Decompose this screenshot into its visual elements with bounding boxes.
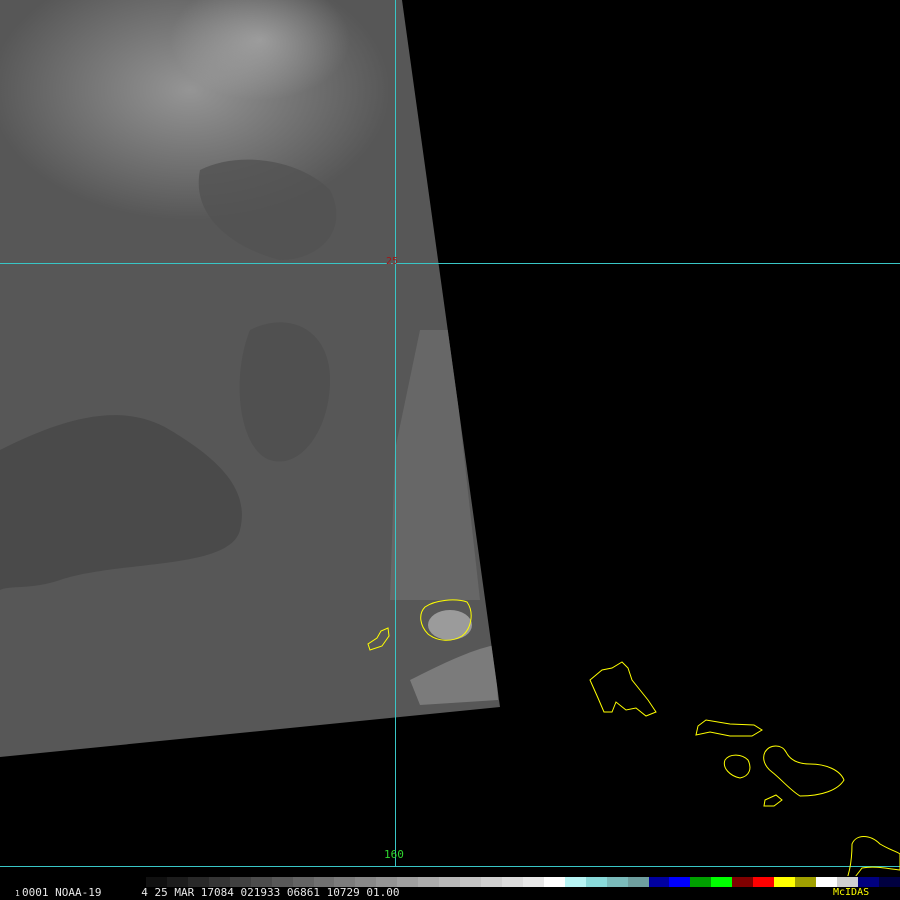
color-bar-swatch (439, 877, 461, 887)
image-info-text: 0001 NOAA-19 4 25 MAR 17084 021933 06861… (22, 886, 400, 899)
color-bar-swatch (774, 877, 796, 887)
color-bar-swatch (711, 877, 733, 887)
island-kahoolawe (763, 794, 783, 807)
island-maui (763, 745, 845, 797)
satellite-swath (0, 0, 500, 757)
satellite-image-viewport[interactable]: 25 160 1 0001 NOAA-19 4 25 MAR 17084 021… (0, 0, 900, 900)
color-bar-swatch (836, 877, 858, 887)
color-bar-swatch (522, 877, 544, 887)
satellite-image (0, 0, 900, 891)
frame-number: 1 (15, 889, 20, 898)
software-label: McIDAS (833, 887, 870, 898)
color-bar-swatch (857, 877, 879, 887)
color-bar-swatch (648, 877, 670, 887)
color-bar-swatch (732, 877, 754, 887)
color-bar-swatch (418, 877, 440, 887)
island-molokai (695, 719, 763, 737)
color-bar-swatch (606, 877, 628, 887)
color-bar-swatch (501, 877, 523, 887)
color-bar-swatch (816, 877, 837, 887)
color-bar-swatch (585, 877, 607, 887)
color-bar-swatch (878, 877, 900, 887)
color-bar-swatch (481, 877, 502, 887)
latitude-label: 25 (386, 256, 399, 267)
color-bar-swatch (627, 877, 649, 887)
color-bar-swatch (753, 877, 775, 887)
color-bar-swatch (543, 877, 565, 887)
longitude-label: 160 (384, 848, 404, 861)
color-bar-swatch (795, 877, 816, 887)
island-oahu (589, 661, 657, 717)
color-bar-swatch (460, 877, 481, 887)
island-lanai (723, 754, 751, 779)
color-bar-swatch (669, 877, 691, 887)
color-bar-swatch (690, 877, 712, 887)
color-bar-swatch (397, 877, 419, 887)
color-bar-swatch (564, 877, 586, 887)
